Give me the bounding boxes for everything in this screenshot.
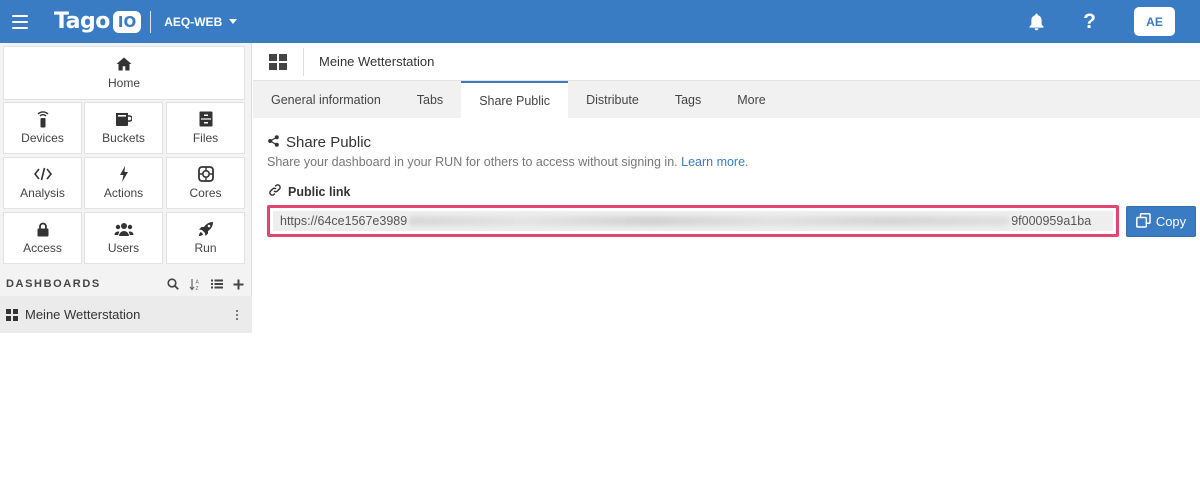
sidebar-tile-label: Users bbox=[107, 241, 140, 255]
logo-divider bbox=[150, 10, 152, 33]
sidebar-tile-devices[interactable]: Devices bbox=[3, 102, 82, 154]
tab-distribute[interactable]: Distribute bbox=[568, 81, 657, 118]
page-title: Meine Wetterstation bbox=[319, 54, 435, 69]
sidebar-tile-cores[interactable]: Cores bbox=[166, 157, 245, 209]
link-icon bbox=[269, 184, 281, 199]
add-dashboard-icon[interactable] bbox=[233, 279, 244, 290]
svg-text:Z: Z bbox=[196, 286, 199, 291]
dashboard-list-item[interactable]: Meine Wetterstation bbox=[0, 296, 252, 333]
users-icon bbox=[113, 221, 134, 237]
copy-button-label: Copy bbox=[1155, 214, 1187, 229]
sort-alpha-icon[interactable]: AZ bbox=[189, 278, 201, 291]
tab-general-information[interactable]: General information bbox=[253, 81, 399, 118]
tab-tags[interactable]: Tags bbox=[657, 81, 719, 118]
tab-more[interactable]: More bbox=[719, 81, 783, 118]
top-bar: Tago IO AEQ-WEB ? AE bbox=[0, 0, 1200, 43]
analysis-icon bbox=[33, 166, 52, 182]
account-selector[interactable]: AEQ-WEB bbox=[164, 14, 238, 29]
public-link-field[interactable]: https://64ce1567e3989 9f000959a1ba bbox=[267, 205, 1119, 237]
account-name: AEQ-WEB bbox=[164, 14, 223, 29]
kebab-menu-icon[interactable] bbox=[236, 309, 238, 320]
devices-icon bbox=[36, 111, 50, 128]
share-public-panel: Share Public Share your dashboard in you… bbox=[253, 118, 1200, 500]
svg-text:A: A bbox=[196, 279, 200, 285]
copy-icon bbox=[1135, 212, 1151, 231]
sidebar-tile-access[interactable]: Access bbox=[3, 212, 82, 264]
bell-icon[interactable] bbox=[1028, 13, 1045, 31]
dashboards-title: DASHBOARDS bbox=[6, 278, 101, 290]
sidebar-tile-label: Cores bbox=[189, 186, 222, 200]
share-icon bbox=[268, 135, 279, 150]
lock-icon bbox=[37, 221, 49, 237]
sidebar-tile-buckets[interactable]: Buckets bbox=[84, 102, 163, 154]
sidebar-tile-run[interactable]: Run bbox=[166, 212, 245, 264]
sidebar-tile-label: Files bbox=[192, 131, 219, 145]
public-link-value[interactable]: https://64ce1567e3989 9f000959a1ba bbox=[273, 211, 1113, 231]
section-title: Share Public bbox=[286, 134, 372, 151]
caret-down-icon bbox=[229, 19, 238, 24]
copy-button[interactable]: Copy bbox=[1126, 206, 1196, 237]
help-icon[interactable]: ? bbox=[1083, 10, 1096, 34]
files-icon bbox=[199, 111, 213, 127]
avatar[interactable]: AE bbox=[1134, 7, 1175, 36]
cores-icon bbox=[197, 166, 214, 182]
learn-more-link[interactable]: Learn more. bbox=[681, 155, 748, 169]
dashboard-grid-icon bbox=[6, 308, 18, 321]
tab-tabs[interactable]: Tabs bbox=[399, 81, 461, 118]
sidebar-tile-home[interactable]: Home bbox=[3, 46, 245, 100]
sidebar-tile-label: Run bbox=[194, 241, 217, 255]
sidebar-tile-label: Buckets bbox=[102, 131, 145, 145]
sidebar-tile-users[interactable]: Users bbox=[84, 212, 163, 264]
rocket-icon bbox=[198, 221, 214, 237]
tab-bar: General information Tabs Share Public Di… bbox=[253, 81, 1200, 118]
buckets-icon bbox=[115, 111, 132, 127]
sidebar-tile-label: Devices bbox=[21, 131, 64, 145]
url-end: 9f000959a1ba bbox=[1011, 214, 1092, 228]
dashboard-item-label: Meine Wetterstation bbox=[25, 307, 141, 322]
url-start: https://64ce1567e3989 bbox=[280, 214, 408, 228]
logo[interactable]: Tago IO bbox=[54, 9, 142, 34]
sidebar-tile-label: Actions bbox=[103, 186, 144, 200]
hamburger-menu-icon[interactable] bbox=[12, 14, 28, 29]
section-description: Share your dashboard in your RUN for oth… bbox=[267, 155, 749, 169]
search-icon[interactable] bbox=[167, 278, 179, 290]
actions-icon bbox=[119, 166, 129, 182]
home-icon bbox=[116, 56, 132, 72]
logo-text: Tago bbox=[54, 9, 110, 34]
dashboard-grid-icon[interactable] bbox=[269, 53, 287, 70]
sidebar-empty-area bbox=[0, 333, 252, 500]
dashboards-header: DASHBOARDS AZ bbox=[0, 272, 252, 296]
sidebar-tile-analysis[interactable]: Analysis bbox=[3, 157, 82, 209]
section-header: Share Public bbox=[268, 134, 371, 151]
sidebar-tile-label: Home bbox=[107, 76, 140, 90]
list-view-icon[interactable] bbox=[211, 279, 223, 289]
sidebar-tile-files[interactable]: Files bbox=[166, 102, 245, 154]
sidebar: Home Devices Buckets Files Analysis Acti… bbox=[0, 43, 252, 500]
sidebar-tile-label: Access bbox=[23, 241, 62, 255]
logo-box: IO bbox=[112, 10, 142, 33]
description-text: Share your dashboard in your RUN for oth… bbox=[267, 155, 678, 169]
breadcrumb-divider bbox=[303, 47, 304, 76]
main-content: Meine Wetterstation General information … bbox=[253, 43, 1200, 500]
public-link-label: Public link bbox=[269, 184, 351, 199]
tab-share-public[interactable]: Share Public bbox=[461, 81, 569, 118]
public-link-label-text: Public link bbox=[288, 184, 351, 199]
sidebar-tile-actions[interactable]: Actions bbox=[84, 157, 163, 209]
url-redacted bbox=[409, 216, 1010, 226]
sidebar-tile-label: Analysis bbox=[20, 186, 65, 200]
breadcrumb: Meine Wetterstation bbox=[253, 43, 1200, 81]
